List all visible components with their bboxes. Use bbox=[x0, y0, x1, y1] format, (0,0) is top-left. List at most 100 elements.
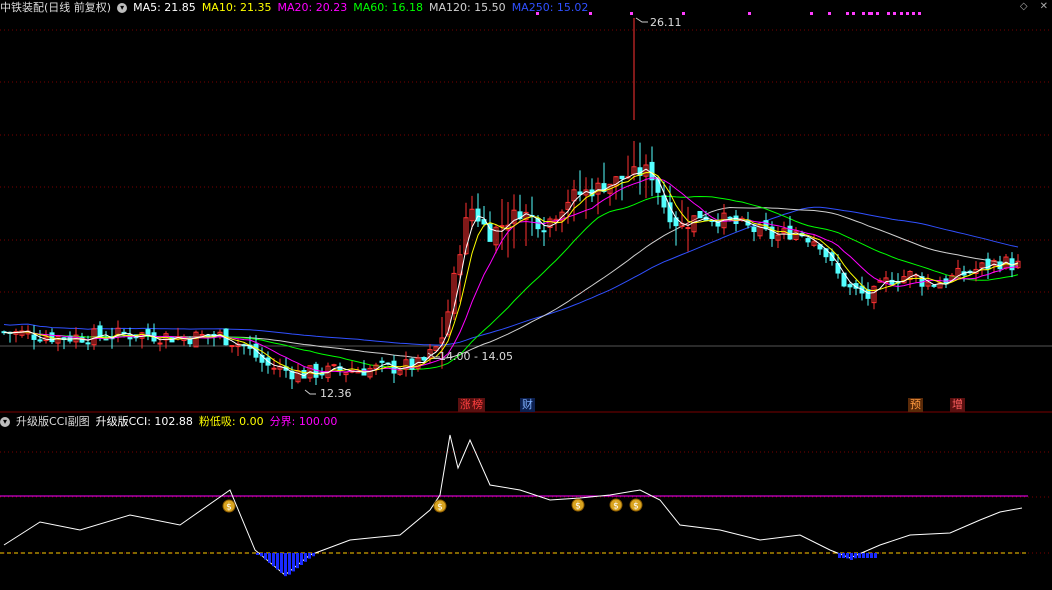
window-controls: ◇ ✕ bbox=[1020, 0, 1048, 14]
signal-dot-2-0 bbox=[630, 12, 633, 15]
svg-text:$: $ bbox=[226, 503, 232, 513]
indicator-value-2: 分界: 100.00 bbox=[269, 415, 338, 428]
signal-dot-9-1 bbox=[876, 12, 879, 15]
indicator-value-0: 升级版CCI: 102.88 bbox=[95, 415, 193, 428]
close-icon[interactable]: ✕ bbox=[1040, 0, 1048, 14]
event-marker-3[interactable]: 预 bbox=[908, 398, 923, 412]
cci-line bbox=[3, 434, 1023, 576]
candle-body-125 bbox=[751, 226, 757, 233]
signal-dot-6-0 bbox=[828, 12, 831, 15]
low-bar-b-2 bbox=[846, 553, 849, 559]
event-marker-4[interactable]: 增 bbox=[950, 398, 965, 412]
low-bar-9 bbox=[292, 553, 295, 572]
low-bar-14 bbox=[312, 553, 315, 557]
candle-body-24 bbox=[145, 329, 151, 336]
low-bar-8 bbox=[288, 553, 291, 575]
low-bar-12 bbox=[304, 553, 307, 562]
low-bar-2 bbox=[264, 553, 267, 560]
signal-dot-3-0 bbox=[682, 12, 685, 15]
candle-body-45 bbox=[271, 367, 277, 370]
candle-body-155 bbox=[931, 284, 937, 287]
stock-title: 中铁装配(日线 前复权) bbox=[0, 1, 112, 14]
candle-body-17 bbox=[103, 338, 109, 341]
signal-dot-10-1 bbox=[893, 12, 896, 15]
candle-body-114 bbox=[685, 227, 691, 230]
price-low-label: 12.36 bbox=[320, 387, 352, 400]
ma10-line bbox=[3, 171, 1019, 375]
svg-text:$: $ bbox=[633, 502, 639, 512]
sub-legend: ▾ 升级版CCI副图 升级版CCI: 102.88 粉低吸: 0.00 分界: 10… bbox=[0, 414, 337, 430]
money-bag-icon-4: $ bbox=[629, 498, 643, 512]
candle-body-55 bbox=[331, 364, 337, 367]
signal-dot-10-0 bbox=[887, 12, 890, 15]
low-bar-b-5 bbox=[858, 553, 861, 558]
signal-dot-tail-2 bbox=[912, 12, 915, 15]
candle-body-70 bbox=[421, 356, 427, 361]
low-bar-b-3 bbox=[850, 553, 853, 560]
low-bar-13 bbox=[308, 553, 311, 559]
signal-dot-tail-1 bbox=[906, 12, 909, 15]
low-bar-5 bbox=[276, 553, 279, 570]
money-bag-icon-0: $ bbox=[222, 499, 236, 513]
money-bag-icon-3: $ bbox=[609, 498, 623, 512]
candle-body-5 bbox=[31, 334, 37, 340]
low-bar-7 bbox=[284, 553, 287, 577]
signal-dot-9-0 bbox=[870, 12, 873, 15]
ma-legend-2: MA20: 20.23 bbox=[277, 1, 348, 14]
high-pointer bbox=[635, 17, 648, 23]
signal-dot-7-0 bbox=[846, 12, 849, 15]
stock-chart[interactable]: $ $ $ $ $ bbox=[0, 0, 1052, 590]
diamond-icon[interactable]: ◇ bbox=[1020, 0, 1028, 14]
settings-circle-icon[interactable]: ▾ bbox=[117, 3, 128, 13]
event-marker-2[interactable]: 财 bbox=[520, 398, 535, 412]
low-bar-b-1 bbox=[842, 553, 845, 558]
candle-body-108 bbox=[649, 161, 655, 181]
ma5-line bbox=[3, 168, 1019, 377]
signal-dot-tail-3 bbox=[918, 12, 921, 15]
signal-dot-8-0 bbox=[862, 12, 865, 15]
svg-text:$: $ bbox=[613, 502, 619, 512]
candle-body-109 bbox=[655, 178, 661, 193]
signal-dot-tail-0 bbox=[900, 12, 903, 15]
ma-legend: MA5: 21.85 MA10: 21.35 MA20: 20.23 MA60: 16… bbox=[133, 0, 588, 16]
low-bar-4 bbox=[272, 553, 275, 567]
money-bag-icon-2: $ bbox=[571, 498, 585, 512]
event-marker-1[interactable]: 榜 bbox=[470, 398, 485, 412]
price-high-label: 26.11 bbox=[650, 16, 682, 29]
signal-dot-5-0 bbox=[810, 12, 813, 15]
ma-legend-4: MA120: 15.50 bbox=[428, 1, 506, 14]
settings-circle-icon[interactable]: ▾ bbox=[0, 417, 10, 427]
indicator-value-1: 粉低吸: 0.00 bbox=[198, 415, 264, 428]
ma-legend-5: MA250: 15.02 bbox=[511, 1, 589, 14]
low-bar-3 bbox=[268, 553, 271, 563]
candle-body-90 bbox=[541, 230, 547, 233]
indicator-title: 升级版CCI副图 bbox=[16, 415, 90, 428]
svg-text:$: $ bbox=[575, 502, 581, 512]
svg-text:$: $ bbox=[437, 503, 443, 513]
candle-body-121 bbox=[727, 216, 733, 219]
candle-body-144 bbox=[865, 289, 871, 299]
candle-body-26 bbox=[157, 342, 163, 345]
low-bar-0 bbox=[256, 553, 259, 555]
price-range-label: 14.00 - 14.05 bbox=[439, 350, 513, 363]
candle-body-131 bbox=[787, 225, 793, 240]
low-bar-b-4 bbox=[854, 553, 857, 559]
ma-legend-3: MA60: 16.18 bbox=[353, 1, 423, 14]
ma-legend-1: MA10: 21.35 bbox=[201, 1, 272, 14]
candle-body-14 bbox=[85, 342, 91, 345]
candle-body-111 bbox=[667, 202, 673, 223]
low-bar-b-9 bbox=[874, 553, 877, 558]
low-bar-1 bbox=[260, 553, 263, 557]
candle-body-134 bbox=[805, 238, 811, 243]
candle-body-141 bbox=[847, 284, 853, 288]
low-bar-b-7 bbox=[866, 553, 869, 558]
main-legend: 中铁装配(日线 前复权) ▾ MA5: 21.85 MA10: 21.35 MA20… bbox=[0, 0, 588, 16]
candle-body-116 bbox=[697, 210, 703, 219]
money-bag-icon-1: $ bbox=[433, 499, 447, 513]
low-bar-10 bbox=[296, 553, 299, 569]
ma-legend-0: MA5: 21.85 bbox=[133, 1, 196, 14]
low-bar-b-0 bbox=[838, 553, 841, 558]
candle-body-6 bbox=[37, 339, 43, 342]
signal-dot-1-0 bbox=[589, 12, 592, 15]
signal-dot-4-0 bbox=[748, 12, 751, 15]
